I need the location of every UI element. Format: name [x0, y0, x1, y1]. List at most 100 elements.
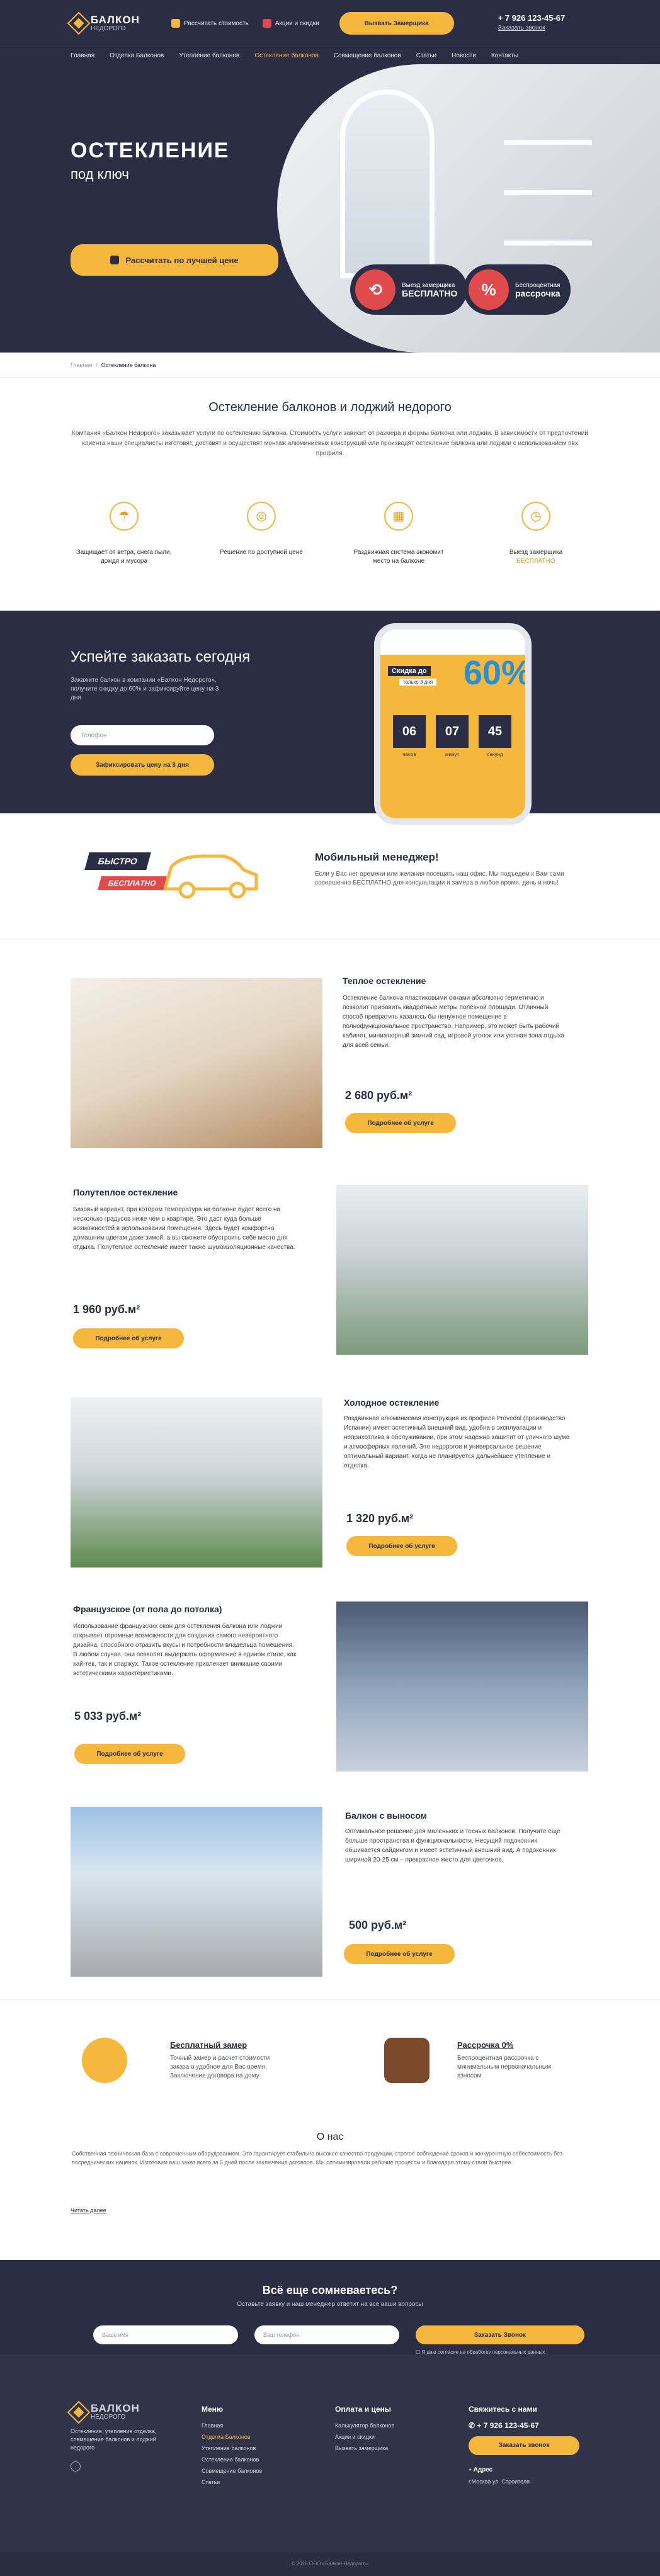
sale-value: 60%: [464, 654, 532, 692]
timer-label: часов: [402, 752, 416, 757]
about-us: О нас Собственная техническая база с сов…: [0, 2125, 660, 2264]
main-nav: Главная Отделка Балконов Утепление балко…: [0, 47, 660, 64]
footer-address: г.Москва ул. Строителя: [469, 2478, 530, 2485]
phone-icon: ✆: [469, 2421, 477, 2430]
benefit-title[interactable]: Рассрочка 0%: [457, 2040, 513, 2050]
feature-highlight: БЕСПЛАТНО: [516, 558, 555, 565]
nav-item-news[interactable]: Новости: [452, 52, 476, 59]
breadcrumb-home[interactable]: Главная: [71, 362, 92, 368]
footer-menu-item[interactable]: Главная: [202, 2420, 262, 2431]
tape-measure-icon: ◷: [521, 502, 550, 531]
fix-price-button[interactable]: Зафиксировать цену на 3 дня: [71, 754, 214, 776]
tape-measure-icon: [82, 2038, 127, 2083]
name-input[interactable]: Ваше имя: [93, 2325, 238, 2344]
sales-link[interactable]: Акции и скидки: [262, 19, 319, 28]
logo-subtitle: НЕДОРОГО: [91, 2414, 126, 2421]
social-icon[interactable]: [71, 2461, 81, 2471]
nav-item-finishing[interactable]: Отделка Балконов: [110, 52, 164, 59]
feature-item: ◷ Выезд замерщика БЕСПЛАТНО: [482, 502, 589, 566]
read-more-link[interactable]: Читать далее: [71, 2207, 106, 2213]
product-details-button[interactable]: Подробнее об услуге: [346, 1536, 457, 1556]
product-details-button[interactable]: Подробнее об услуге: [74, 1744, 185, 1764]
umbrella-icon: ☂: [110, 502, 139, 531]
footer-menu-item[interactable]: Статьи: [202, 2477, 262, 2488]
footer-phone[interactable]: + 7 926 123-45-67: [477, 2421, 538, 2430]
tape-measure-icon: ⟲: [355, 269, 395, 310]
product-image: [71, 1807, 322, 1977]
location-icon: ⌖: [469, 2466, 474, 2473]
footer-menu-item[interactable]: Совмещение балконов: [202, 2465, 262, 2477]
phone-input[interactable]: Ваш телефон: [254, 2325, 399, 2344]
hero-window: [340, 89, 435, 278]
logo-title: БАЛКОН: [91, 2402, 140, 2414]
footer-call-button[interactable]: Заказать звонок: [469, 2436, 579, 2455]
logo[interactable]: БАЛКОН НЕДОРОГО: [67, 11, 171, 35]
cta-title: Всё еще сомневаетесь?: [262, 2284, 398, 2296]
product-semiwarm: Полутеплое остекление Базовый вариант, п…: [0, 1171, 660, 1379]
footer-pay-item[interactable]: Калькулятор балконов: [335, 2420, 394, 2431]
footer: БАЛКОН НЕДОРОГО Остекление, утепление отд…: [0, 2354, 660, 2576]
cta-section: Всё еще сомневаетесь? Оставьте заявку и …: [0, 2260, 660, 2355]
callback-link[interactable]: Заказать звонок: [498, 23, 566, 33]
order-call-button[interactable]: Заказать Звонок: [416, 2325, 584, 2344]
product-warm: Теплое остекление Остекление балкона пла…: [0, 963, 660, 1171]
nav-item-home[interactable]: Главная: [71, 52, 94, 59]
timer-seconds: 45: [479, 715, 511, 748]
nav-item-glazing[interactable]: Остекление балконов: [254, 52, 318, 59]
feature-item: ▦ Раздвижная система экономит место на ба…: [345, 502, 452, 566]
footer-menu-title: Меню: [202, 2405, 224, 2414]
feature-item: ☂ Защищает от ветра, снега пыли, дождя и …: [71, 502, 178, 566]
benefit-title[interactable]: Бесплатный замер: [170, 2040, 247, 2050]
cta-subtitle: Оставьте заявку и наш менеджер ответит н…: [237, 2301, 423, 2308]
nav-item-articles[interactable]: Статьи: [416, 52, 436, 59]
breadcrumb-separator: /: [96, 361, 98, 368]
calc-link-label: Рассчитать стоимость: [184, 20, 249, 27]
footer-menu-item[interactable]: Утепление балконов: [202, 2443, 262, 2454]
phone-number[interactable]: + 7 926 123-45-67: [498, 13, 566, 23]
sale-label: Скидка до: [388, 666, 431, 676]
breadcrumb-current: Остекление балкона: [101, 361, 156, 368]
mobile-title: Мобильный менеджер!: [315, 851, 439, 863]
nav-item-contacts[interactable]: Контакты: [491, 52, 518, 59]
product-details-button[interactable]: Подробнее об услуге: [73, 1328, 184, 1348]
car-icon: БЫСТРО БЕСПЛАТНО: [71, 845, 259, 901]
product-text: Использование французских окон для остек…: [73, 1623, 297, 1677]
benefits: Бесплатный замер Точный замер и расчет с…: [0, 1999, 660, 2125]
promo-text: Закажите балкон в компании «Балкон Недор…: [71, 677, 219, 701]
product-text: Оптимальное решение для маленьких и тесн…: [345, 1828, 560, 1863]
product-details-button[interactable]: Подробнее об услуге: [345, 1113, 456, 1133]
hero-subtitle: под ключ: [71, 166, 129, 182]
features: ☂ Защищает от ветра, снега пыли, дождя и …: [0, 502, 660, 566]
product-cold: Холодное остекление Раздвижная алюминиев…: [0, 1379, 660, 1586]
footer-logo[interactable]: БАЛКОН НЕДОРОГО: [67, 2400, 171, 2424]
nav-item-combining[interactable]: Совмещение балконов: [334, 52, 401, 59]
footer-menu-item[interactable]: Остекление балконов: [202, 2454, 262, 2465]
product-french: Французское (от пола до потолка) Использ…: [0, 1586, 660, 1794]
footer-menu: Меню Главная Отделка Балконов Утепление …: [202, 2404, 262, 2488]
footer-contacts: Свяжитесь с нами ✆ + 7 926 123-45-67 Зак…: [469, 2404, 579, 2487]
footer-pay-item[interactable]: Вызвать замерщика: [335, 2443, 394, 2454]
top-bar: БАЛКОН НЕДОРОГО Рассчитать стоимость Акци…: [0, 0, 660, 47]
calculator-icon: [171, 19, 180, 28]
phone-screen: Скидка до только 3 дня 60% 06 07 45 часо…: [380, 655, 525, 818]
promo-phone-input[interactable]: Телефон: [71, 725, 214, 745]
footer-pay-item[interactable]: Акции и скидки: [335, 2431, 394, 2443]
product-image: [71, 978, 322, 1148]
timer-label: секунд: [487, 752, 503, 757]
sales-link-label: Акции и скидки: [275, 20, 319, 27]
calc-link[interactable]: Рассчитать стоимость: [171, 19, 249, 28]
window-icon: ▦: [384, 502, 413, 531]
footer-menu-item[interactable]: Отделка Балконов: [202, 2431, 262, 2443]
footer-pay-title: Оплата и цены: [335, 2405, 392, 2414]
phone-mockup: Скидка до только 3 дня 60% 06 07 45 часо…: [374, 623, 532, 825]
product-details-button[interactable]: Подробнее об услуге: [344, 1944, 455, 1964]
benefit-text: Беспроцентная рассрочка с минимальным пе…: [457, 2055, 551, 2079]
hero-balcony-image: [277, 64, 660, 353]
nav-item-insulation[interactable]: Утепление балконов: [179, 52, 239, 59]
promo-title: Успейте заказать сегодня: [71, 648, 251, 665]
percent-icon: %: [469, 269, 509, 310]
hero-calc-button[interactable]: Рассчитать по лучшей цене: [71, 244, 278, 276]
call-measurer-button[interactable]: Вызвать Замерщика: [339, 12, 454, 35]
timer-minutes: 07: [436, 715, 469, 748]
product-price: 2 680 руб.м²: [345, 1089, 412, 1102]
